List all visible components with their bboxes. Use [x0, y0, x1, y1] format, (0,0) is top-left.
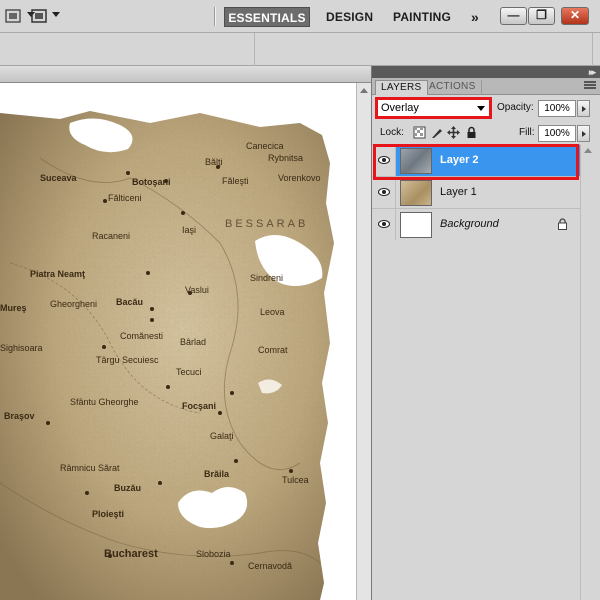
- blend-mode-highlight-box: [375, 97, 492, 119]
- layer-highlight-box: [373, 144, 579, 180]
- map-city-label: Leova: [260, 307, 285, 317]
- document-vertical-scrollbar[interactable]: [356, 83, 371, 600]
- minimize-button[interactable]: —: [500, 7, 527, 25]
- layer-thumbnail[interactable]: [400, 180, 432, 206]
- map-city-label: Ploieşti: [92, 509, 124, 519]
- tab-layers[interactable]: LAYERS: [375, 80, 428, 95]
- map-city-label: Râmnicu Sărat: [60, 463, 120, 473]
- map-city-label: Tulcea: [282, 475, 309, 485]
- screen-mode-dropdown-icon[interactable]: [52, 12, 60, 17]
- map-city-label: Făleşti: [222, 176, 249, 186]
- layers-panel: ▸▸ LAYERS ACTIONS Overlay Opacity: 100% …: [371, 66, 600, 600]
- hand-tool-icon[interactable]: [4, 7, 22, 25]
- lock-icon: [558, 218, 567, 230]
- document-canvas[interactable]: Suceava Botoşani Bălţi Canecica Rybnitsa…: [0, 83, 356, 600]
- screen-mode-icon[interactable]: [30, 7, 48, 25]
- map-city-label: Slobozia: [196, 549, 231, 559]
- map-city-label: Bacău: [116, 297, 143, 307]
- map-city-label: Piatra Neamţ: [30, 269, 85, 279]
- layers-scrollbar[interactable]: [580, 144, 594, 600]
- lock-image-pixels-icon[interactable]: [430, 126, 443, 139]
- map-city-label: Sindreni: [250, 273, 283, 283]
- scroll-up-icon[interactable]: [360, 88, 368, 93]
- eye-icon: [378, 220, 390, 228]
- map-city-label: Cernavodă: [248, 561, 292, 571]
- visibility-toggle[interactable]: [372, 177, 396, 208]
- eye-icon: [378, 188, 390, 196]
- workspace-painting-button[interactable]: PAINTING: [390, 7, 454, 27]
- layer-thumbnail[interactable]: [400, 212, 432, 238]
- document-tab-bar[interactable]: [0, 66, 371, 83]
- map-city-label: Gheorgheni: [50, 299, 97, 309]
- map-city-label: Buzău: [114, 483, 141, 493]
- panel-collapse-strip[interactable]: ▸▸: [372, 66, 600, 78]
- map-city-label: Sighisoara: [0, 343, 43, 353]
- workspace-design-button[interactable]: DESIGN: [323, 7, 376, 27]
- map-city-label: Racaneni: [92, 231, 130, 241]
- map-city-label: Canecica: [246, 141, 284, 151]
- map-city-label: Iaşi: [182, 225, 196, 235]
- scroll-up-icon[interactable]: [584, 148, 592, 153]
- opacity-slider-button[interactable]: [577, 100, 590, 117]
- map-city-label: Suceava: [40, 173, 78, 183]
- map-city-label: Sfântu Gheorghe: [70, 397, 139, 407]
- layer-row-layer-1[interactable]: Layer 1: [372, 176, 580, 208]
- map-city-label: Fălticeni: [108, 193, 142, 203]
- options-divider-right: [592, 33, 593, 66]
- map-city-label: Braşov: [4, 411, 35, 421]
- map-city-label: Focşani: [182, 401, 216, 411]
- lock-transparent-pixels-icon[interactable]: [413, 126, 426, 139]
- map-city-label: Târgu Secuiesc: [96, 355, 159, 365]
- map-city-label: Bucharest: [104, 548, 158, 560]
- panel-menu-icon[interactable]: [584, 81, 596, 91]
- tab-actions[interactable]: ACTIONS: [424, 80, 482, 95]
- map-city-label: Vorenkovo: [278, 173, 321, 183]
- fill-field[interactable]: 100%: [538, 125, 576, 142]
- options-bar: [0, 33, 600, 66]
- map-region-label: BESSARAB: [225, 218, 308, 230]
- opacity-field[interactable]: 100%: [538, 100, 576, 117]
- map-city-label: Bălţi: [205, 157, 223, 167]
- workspace-essentials-button[interactable]: ESSENTIALS: [224, 7, 310, 27]
- document-area: Suceava Botoşani Bălţi Canecica Rybnitsa…: [0, 66, 371, 600]
- map-city-label: Rybnitsa: [268, 153, 303, 163]
- restore-button[interactable]: ❐: [528, 7, 555, 25]
- map-city-label: Vaslui: [185, 285, 209, 295]
- layer-name[interactable]: Layer 1: [440, 186, 477, 198]
- map-city-label: Comănesti: [120, 331, 163, 341]
- map-city-label: Bârlad: [180, 337, 206, 347]
- options-divider: [254, 33, 255, 66]
- fill-slider-button[interactable]: [577, 125, 590, 142]
- map-city-label: Brăila: [204, 469, 230, 479]
- visibility-toggle[interactable]: [372, 209, 396, 240]
- toolbar-separator: [214, 7, 216, 26]
- old-map-image: Suceava Botoşani Bălţi Canecica Rybnitsa…: [0, 111, 334, 600]
- close-button[interactable]: ✕: [561, 7, 589, 25]
- opacity-label: Opacity:: [497, 102, 534, 113]
- map-city-label: Tecuci: [176, 367, 202, 377]
- lock-all-icon[interactable]: [465, 126, 478, 139]
- fill-label: Fill:: [519, 127, 535, 138]
- map-city-label: Mureş: [0, 303, 27, 313]
- lock-position-icon[interactable]: [447, 126, 460, 139]
- layer-name[interactable]: Background: [440, 218, 499, 230]
- collapse-panel-icon[interactable]: ▸▸: [589, 67, 596, 78]
- map-city-label: Galaţi: [210, 431, 234, 441]
- workspace-more-button[interactable]: »: [468, 7, 480, 27]
- panel-tab-row: LAYERS ACTIONS: [372, 78, 600, 95]
- layer-row-background[interactable]: Background: [372, 208, 580, 240]
- lock-label: Lock:: [380, 127, 404, 138]
- map-city-label: Comrat: [258, 345, 288, 355]
- application-bar: ESSENTIALS DESIGN PAINTING » — ❐ ✕: [0, 0, 600, 33]
- map-city-label: Botoşani: [132, 177, 171, 187]
